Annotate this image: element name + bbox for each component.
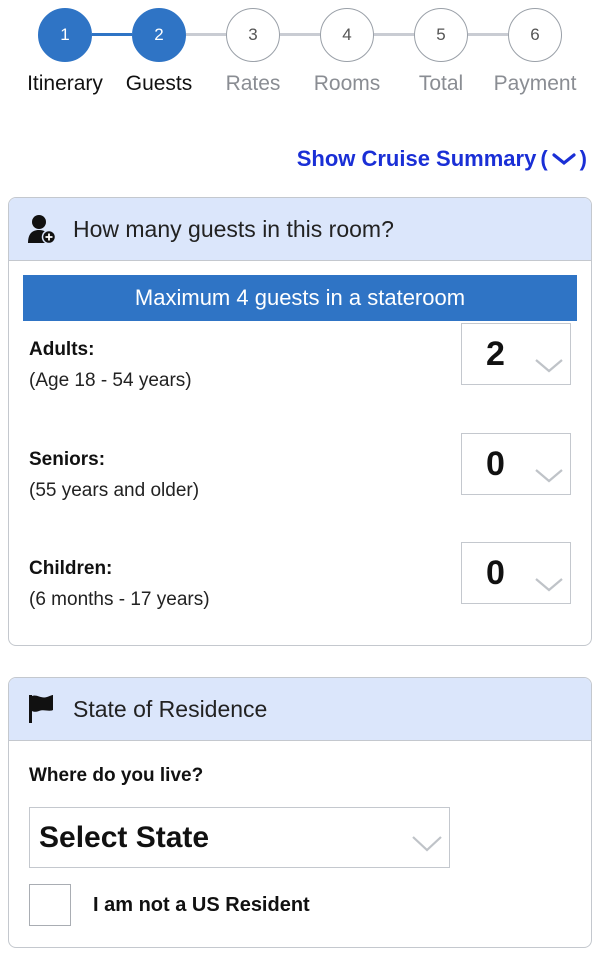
adults-count-select[interactable]: 2 <box>461 323 571 385</box>
summary-link-paren-close: ) <box>579 146 587 171</box>
seniors-row: Seniors: (55 years and older) 0 <box>9 433 591 542</box>
chevron-down-icon <box>534 455 563 483</box>
step-number: 1 <box>38 8 92 62</box>
where-do-you-live-label: Where do you live? <box>29 765 204 786</box>
guests-card: How many guests in this room? Maximum 4 … <box>8 197 592 646</box>
non-resident-checkbox[interactable] <box>29 884 71 926</box>
chevron-down-icon <box>534 564 563 592</box>
adults-count-value: 2 <box>486 334 505 373</box>
non-resident-option: I am not a US Resident <box>29 884 591 926</box>
progress-stepper: 1 Itinerary 2 Guests 3 Rates 4 Rooms 5 T… <box>0 0 600 110</box>
step-itinerary[interactable]: 1 Itinerary <box>15 8 115 96</box>
flag-icon <box>27 692 57 726</box>
step-payment: 6 Payment <box>485 8 585 96</box>
state-select-value: Select State <box>39 820 210 854</box>
step-number: 2 <box>132 8 186 62</box>
step-label: Itinerary <box>27 72 103 95</box>
chevron-down-icon <box>534 345 563 373</box>
step-label: Guests <box>125 72 193 95</box>
step-label: Rooms <box>313 72 381 95</box>
step-rooms: 4 Rooms <box>297 8 397 96</box>
step-label: Rates <box>225 72 281 95</box>
step-total: 5 Total <box>391 8 491 96</box>
show-cruise-summary-link[interactable]: Show Cruise Summary ( ) <box>297 146 587 172</box>
adults-row: Adults: (Age 18 - 54 years) 2 <box>9 323 591 433</box>
step-rates: 3 Rates <box>203 8 303 96</box>
chevron-down-icon <box>411 828 442 852</box>
step-number: 3 <box>226 8 280 62</box>
step-label: Total <box>418 72 464 95</box>
step-guests[interactable]: 2 Guests <box>109 8 209 96</box>
residence-card: State of Residence Where do you live? Se… <box>8 677 592 948</box>
step-number: 5 <box>414 8 468 62</box>
step-number: 4 <box>320 8 374 62</box>
step-label: Payment <box>493 72 577 95</box>
guests-card-header: How many guests in this room? <box>9 198 591 261</box>
children-count-value: 0 <box>486 553 505 592</box>
state-select[interactable]: Select State <box>29 807 450 868</box>
children-row: Children: (6 months - 17 years) 0 <box>9 542 591 645</box>
max-guests-banner: Maximum 4 guests in a stateroom <box>23 275 577 321</box>
children-count-select[interactable]: 0 <box>461 542 571 604</box>
residence-card-title: State of Residence <box>73 695 268 722</box>
add-user-icon <box>27 212 57 246</box>
chevron-down-icon <box>552 152 576 166</box>
residence-card-header: State of Residence <box>9 678 591 741</box>
guests-card-title: How many guests in this room? <box>73 215 394 242</box>
summary-link-paren-open: ( <box>540 146 548 171</box>
non-resident-label[interactable]: I am not a US Resident <box>93 894 310 917</box>
summary-link-label: Show Cruise Summary <box>296 146 537 171</box>
step-number: 6 <box>508 8 562 62</box>
seniors-count-value: 0 <box>486 444 505 483</box>
seniors-count-select[interactable]: 0 <box>461 433 571 495</box>
